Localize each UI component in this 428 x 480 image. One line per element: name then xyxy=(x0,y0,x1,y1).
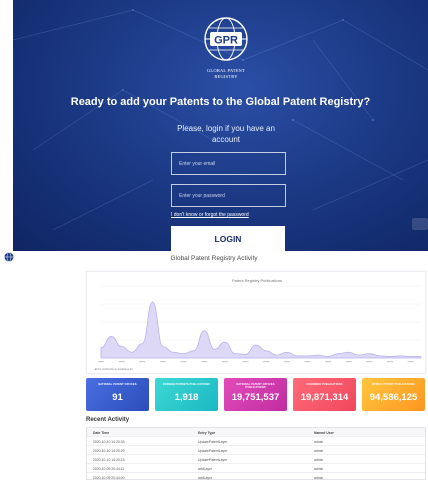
stat-value: 19,751,537 xyxy=(231,392,280,403)
logo-text: GPR xyxy=(214,35,238,47)
forgot-password-link[interactable]: I don't know or forgot the password xyxy=(171,212,249,218)
table-row[interactable]: 2020-10-10 14:20:33 UpdatePatentLayer ad… xyxy=(87,437,425,446)
table-cell: admin xyxy=(314,449,324,453)
left-sidebar xyxy=(0,267,82,480)
stat-value: 19,871,314 xyxy=(300,392,349,403)
table-cell: admin xyxy=(314,458,324,462)
chart-x-tick xyxy=(201,361,208,363)
chart-x-tick xyxy=(366,361,373,363)
stat-label: WORLD PATENT PUBLICATIONS xyxy=(372,383,415,386)
stat-label: COMBINED PUBLICATIONS xyxy=(306,383,343,386)
stat-card[interactable]: WORLD PATENT PUBLICATIONS 94,586,125 xyxy=(362,378,425,411)
chart-x-tick xyxy=(98,361,104,363)
stat-value: 94,586,125 xyxy=(369,392,418,403)
stat-value: 1,918 xyxy=(174,392,199,403)
table-row[interactable]: 2020-10-09 20:44:11 addLayer admin xyxy=(87,464,425,473)
table-cell: addLayer xyxy=(198,476,213,480)
publications-chart: Patent Registry Publications ■ the publi… xyxy=(95,278,422,371)
recent-activity-title: Recent Activity xyxy=(86,417,130,423)
chart-x-tick xyxy=(221,361,228,363)
dashboard-title: Global Patent Registry Activity xyxy=(170,255,258,262)
chart-x-tick xyxy=(304,361,311,363)
chart-title: Patent Registry Publications xyxy=(232,278,282,283)
login-subtext: Please, login if you have an account xyxy=(177,124,275,144)
stat-value: 91 xyxy=(112,392,123,403)
chart-x-tick xyxy=(159,361,166,363)
chart-legend-note: ■ the publications database by xyxy=(95,367,134,371)
chart-x-tick xyxy=(345,361,352,363)
table-cell: 2020-10-09 20:44:11 xyxy=(93,467,125,471)
stat-card[interactable]: FOREIGN PATENTS PUBLICATIONS 1,918 xyxy=(155,378,218,411)
email-field[interactable] xyxy=(171,152,286,175)
chart-x-tick xyxy=(283,361,290,363)
chart-x-tick xyxy=(263,361,270,363)
stat-card[interactable]: NATIONAL PATENT OFFICES 91 xyxy=(86,378,149,411)
column-header: Named User xyxy=(314,431,334,435)
chart-x-tick xyxy=(118,361,125,363)
table-cell: addLayer xyxy=(198,467,213,471)
password-field[interactable] xyxy=(171,184,286,207)
stat-card[interactable]: NATIONAL PATENT OFFICES PUBLICATIONS 19,… xyxy=(224,378,287,411)
table-cell: 2020-10-10 14:20:33 xyxy=(93,440,125,444)
stat-card[interactable]: COMBINED PUBLICATIONS 19,871,314 xyxy=(293,378,356,411)
table-header-row: Date Time Entry Type Named User xyxy=(87,428,425,437)
chat-widget[interactable] xyxy=(412,218,428,230)
chart-x-tick xyxy=(325,361,332,363)
table-cell: 2020-10-10 14:20:29 xyxy=(93,449,125,453)
table-cell: UpdatePatentLayer xyxy=(198,449,228,453)
table-cell: UpdatePatentLayer xyxy=(198,440,228,444)
chart-x-tick xyxy=(180,361,187,363)
login-button[interactable]: LOGIN xyxy=(171,226,285,251)
table-cell: UpdatePatentLayer xyxy=(198,458,228,462)
table-cell: admin xyxy=(314,467,324,471)
table-row[interactable]: 2020-10-10 14:20:15 UpdatePatentLayer ad… xyxy=(87,455,425,464)
recent-activity-table: Date Time Entry Type Named User 2020-10-… xyxy=(86,427,426,480)
chart-area-series xyxy=(100,301,422,359)
table-row[interactable]: 2020-10-09 20:44:00 addLayer admin xyxy=(87,473,425,480)
table-cell: 2020-10-10 14:20:15 xyxy=(93,458,125,462)
stat-label: FOREIGN PATENTS PUBLICATIONS xyxy=(162,383,211,386)
org-name-line2: REGISTRY xyxy=(214,74,238,79)
login-hero: GPR GLOBAL PATENT REGISTRY Ready to add … xyxy=(13,0,428,251)
globe-logo-icon: GPR xyxy=(204,17,248,61)
chart-x-tick xyxy=(387,361,394,363)
table-cell: admin xyxy=(314,440,324,444)
stat-label: NATIONAL PATENT OFFICES xyxy=(98,383,137,386)
column-header: Entry Type xyxy=(198,431,216,435)
chart-x-tick xyxy=(139,361,146,363)
chart-x-tick xyxy=(407,361,414,363)
publications-chart-card: Patent Registry Publications ■ the publi… xyxy=(86,271,426,374)
column-header: Date Time xyxy=(93,431,110,435)
table-row[interactable]: 2020-10-10 14:20:29 UpdatePatentLayer ad… xyxy=(87,446,425,455)
org-name: GLOBAL PATENT REGISTRY xyxy=(183,68,269,80)
chart-x-tick xyxy=(242,361,249,363)
stat-label: NATIONAL PATENT OFFICES PUBLICATIONS xyxy=(236,383,275,390)
table-cell: 2020-10-09 20:44:00 xyxy=(93,476,125,480)
hero-headline: Ready to add your Patents to the Global … xyxy=(70,96,371,108)
table-cell: admin xyxy=(314,476,324,480)
